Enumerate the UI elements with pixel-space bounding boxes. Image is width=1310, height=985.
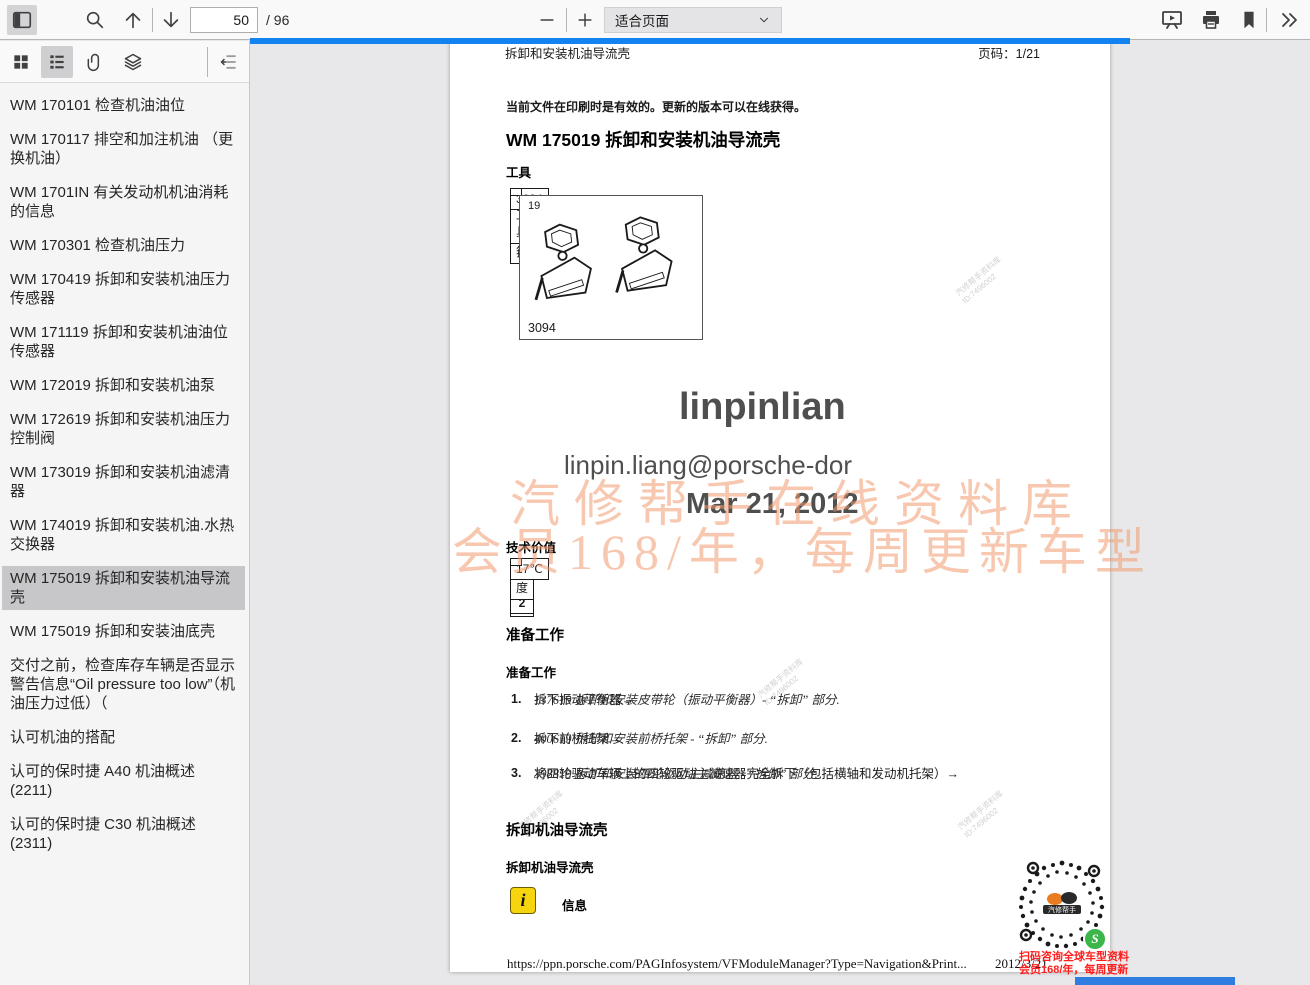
sidebar-item-active[interactable]: WM 175019 拆卸和安装机油导流壳 xyxy=(2,566,245,610)
bookmark-button[interactable] xyxy=(1234,5,1264,35)
pdf-page: 拆卸和安装机油导流壳 页码：1/21 当前文件在印刷时是有效的。更新的版本可以在… xyxy=(450,40,1110,972)
layers-icon xyxy=(123,52,143,72)
step-reference-link[interactable]: 137619 拆卸和安装皮带轮（振动平衡器）- “拆卸” 部分. xyxy=(534,692,840,709)
qr-promo-text: 扫码咨询全球车型资料 会员168/年，每周更新 xyxy=(1019,951,1219,977)
validity-notice: 当前文件在印刷时是有效的。更新的版本可以在线获得。 xyxy=(506,98,806,115)
layers-view-button[interactable] xyxy=(117,46,149,78)
sidebar-toggle-icon xyxy=(11,9,33,31)
sidebar-toggle-button[interactable] xyxy=(7,5,37,35)
page-header-left: 拆卸和安装机油导流壳 xyxy=(505,43,630,62)
sidebar-item[interactable]: 认可的保时捷 A40 机油概述 (2211) xyxy=(2,759,245,803)
sidebar: WM 170101 检查机油油位 WM 170117 排空和加注机油 （更换机油… xyxy=(0,41,250,985)
toolbar-separator xyxy=(152,8,153,32)
step-number: 1. xyxy=(511,692,521,706)
info-label: 信息 xyxy=(562,895,587,914)
page-header-right: 页码：1/21 xyxy=(978,43,1040,62)
page-count-label: / 96 xyxy=(266,12,289,28)
sidebar-item[interactable]: WM 170117 排空和加注机油 （更换机油） xyxy=(2,127,245,171)
arrow-up-icon xyxy=(122,9,144,31)
sidebar-item[interactable]: WM 170419 拆卸和安装机油压力传感器 xyxy=(2,267,245,311)
top-toolbar: / 96 适合页面 xyxy=(0,0,1310,40)
toolbar-separator xyxy=(566,8,567,32)
zoom-select-label: 适合页面 xyxy=(615,10,669,30)
sidebar-item[interactable]: WM 172619 拆卸和安装机油压力控制阀 xyxy=(2,407,245,451)
thumbnails-icon xyxy=(11,52,31,72)
pdf-viewer-app: / 96 适合页面 xyxy=(0,0,1310,985)
tools-table-row: 软管卡箍 VW 工具 3094 19 xyxy=(510,188,522,347)
more-tools-button[interactable] xyxy=(1274,5,1304,35)
sidebar-item[interactable]: WM 1701IN 有关发动机机油消耗的信息 xyxy=(2,180,245,224)
zoom-out-button[interactable] xyxy=(532,5,562,35)
watermark-id-stamp: 汽修帮手资料库ID:7496002 xyxy=(954,239,1022,298)
tool-figure: 19 xyxy=(519,195,703,340)
print-icon xyxy=(1199,8,1223,32)
qr-promo-line2: 会员168/年，每周更新 xyxy=(1019,964,1219,977)
toolbar-separator xyxy=(1266,8,1267,32)
preparation-heading: 准备工作 xyxy=(506,624,564,645)
figure-number-label: 3094 xyxy=(528,321,556,335)
minus-icon xyxy=(537,10,557,30)
sidebar-item[interactable]: WM 172019 拆卸和安装机油泵 xyxy=(2,373,245,398)
sidebar-toolbar-separator xyxy=(207,47,208,77)
presentation-icon xyxy=(1160,8,1184,32)
sidebar-item[interactable]: 交付之前，检查库存车辆是否显示警告信息“Oil pressure too low… xyxy=(2,653,245,716)
zoom-in-button[interactable] xyxy=(570,5,600,35)
sidebar-item[interactable]: WM 170101 检查机油油位 xyxy=(2,93,245,118)
sidebar-item[interactable]: WM 171119 拆卸和安装机油油位传感器 xyxy=(2,320,245,364)
sidebar-item[interactable]: WM 174019 拆卸和安装机油.水热交换器 xyxy=(2,513,245,557)
zoom-select[interactable]: 适合页面 xyxy=(604,7,782,33)
search-button[interactable] xyxy=(80,5,110,35)
thumbnails-view-button[interactable] xyxy=(5,46,37,78)
chevron-down-icon xyxy=(757,13,771,27)
footer-url: https://ppn.porsche.com/PAGInfosystem/VF… xyxy=(507,956,967,972)
attachments-view-button[interactable] xyxy=(79,46,111,78)
watermark-id-stamp: 汽修帮手资料库ID:7496002 xyxy=(956,773,1024,832)
document-title: WM 175019 拆卸和安装机油导流壳 xyxy=(506,127,780,152)
page-number-input[interactable] xyxy=(190,7,258,33)
print-button[interactable] xyxy=(1196,5,1226,35)
current-outline-item-button[interactable] xyxy=(213,46,245,78)
paperclip-icon xyxy=(85,52,105,72)
sidebar-item[interactable]: 认可机油的搭配 xyxy=(2,725,245,750)
presentation-mode-button[interactable] xyxy=(1157,5,1187,35)
arrow-down-icon xyxy=(160,9,182,31)
bookmark-icon xyxy=(1238,9,1260,31)
watermark-site-line2: 会员168/年，每周更新车型 xyxy=(452,512,1153,584)
preparation-subheading: 准备工作 xyxy=(506,662,556,681)
outline-view-button[interactable] xyxy=(41,46,73,78)
qr-code-block: 汽修帮手 S 扫码咨询全球车型资料 会员168/年，每周更新 xyxy=(1013,855,1223,985)
sidebar-item[interactable]: WM 173019 拆卸和安装机油滤清器 xyxy=(2,460,245,504)
tools-heading: 工具 xyxy=(506,162,531,181)
sidebar-item[interactable]: WM 170301 检查机油压力 xyxy=(2,233,245,258)
step-number: 2. xyxy=(511,731,521,745)
sidebar-toolbar xyxy=(0,41,249,83)
next-page-button[interactable] xyxy=(156,5,186,35)
previous-page-button[interactable] xyxy=(118,5,148,35)
svg-text:汽修帮手: 汽修帮手 xyxy=(1048,905,1076,914)
sidebar-item[interactable]: WM 175019 拆卸和安装油底壳 xyxy=(2,619,245,644)
sidebar-item[interactable]: 认可的保时捷 C30 机油概述 (2311) xyxy=(2,812,245,856)
removal-subheading: 拆卸机油导流壳 xyxy=(506,857,594,876)
watermark-user-name: linpinlian xyxy=(679,386,846,429)
plus-icon xyxy=(575,10,595,30)
step-reference-link[interactable]: 400619 拆卸和安装前桥托架 - “拆卸” 部分. xyxy=(534,731,768,748)
current-outline-item-icon xyxy=(219,52,239,72)
search-icon xyxy=(84,9,106,31)
qr-green-logo-badge: S xyxy=(1083,927,1107,951)
hose-clamps-illustration xyxy=(534,210,690,320)
chevron-double-right-icon xyxy=(1277,8,1301,32)
document-outline: WM 170101 检查机油油位 WM 170117 排空和加注机油 （更换机油… xyxy=(0,83,249,875)
viewer-area[interactable]: 拆卸和安装机油导流壳 页码：1/21 当前文件在印刷时是有效的。更新的版本可以在… xyxy=(250,40,1310,985)
loading-bar xyxy=(250,38,1130,44)
step-number: 3. xyxy=(511,766,521,780)
info-icon: i xyxy=(510,887,536,914)
qr-promo-line1: 扫码咨询全球车型资料 xyxy=(1019,951,1219,964)
outline-icon xyxy=(47,52,67,72)
